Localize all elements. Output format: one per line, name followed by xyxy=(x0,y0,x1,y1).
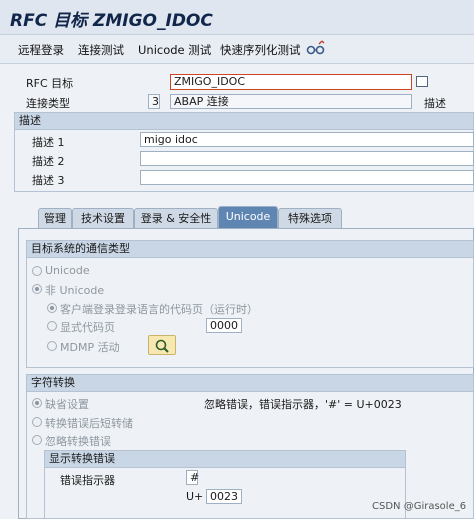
mdmp-radio[interactable] xyxy=(47,341,57,351)
fast-serialization-test-button[interactable]: 快速序列化测试 xyxy=(220,42,301,58)
error-indicator-label: 错误指示器 xyxy=(60,474,115,487)
tab-special-options[interactable]: 特殊选项 xyxy=(278,208,342,229)
comm-type-group-title: 目标系统的通信类型 xyxy=(27,241,473,258)
glasses-icon[interactable] xyxy=(306,40,326,58)
client-codepage-label: 客户端登录登录语言的代码页（运行时） xyxy=(60,303,258,316)
description-1-field[interactable]: migo idoc xyxy=(140,132,474,147)
description-3-field[interactable] xyxy=(140,170,474,185)
rfc-target-field[interactable]: ZMIGO_IDOC xyxy=(170,74,412,90)
ignore-errors-label: 忽略转换错误 xyxy=(45,435,111,448)
tab-unicode[interactable]: Unicode xyxy=(218,206,278,229)
u-plus-label: U+ xyxy=(186,490,204,503)
connection-test-button[interactable]: 连接测试 xyxy=(78,42,124,58)
default-setting-radio[interactable] xyxy=(32,398,42,408)
default-setting-label: 缺省设置 xyxy=(45,398,89,411)
connection-type-code[interactable]: 3 xyxy=(148,94,160,109)
description-link[interactable]: 描述 xyxy=(424,95,446,111)
explicit-codepage-label: 显式代码页 xyxy=(60,321,115,334)
description-1-label: 描述 1 xyxy=(32,136,65,149)
non-unicode-radio-label: 非 Unicode xyxy=(45,284,105,297)
watermark: CSDN @Girasole_6 xyxy=(372,501,467,512)
short-dump-label: 转换错误后短转储 xyxy=(45,417,133,430)
non-unicode-radio[interactable] xyxy=(32,284,42,294)
magnifier-icon xyxy=(155,339,169,353)
tab-technical-settings[interactable]: 技术设置 xyxy=(72,208,134,229)
tab-management[interactable]: 管理 xyxy=(38,208,72,229)
connection-type-label: 连接类型 xyxy=(26,97,70,110)
mdmp-details-button[interactable] xyxy=(148,335,176,355)
remote-login-button[interactable]: 远程登录 xyxy=(18,42,64,58)
maximize-icon[interactable] xyxy=(416,76,428,87)
explicit-codepage-radio[interactable] xyxy=(47,321,57,331)
description-2-field[interactable] xyxy=(140,151,474,166)
description-group-title: 描述 xyxy=(15,113,473,130)
display-error-group-title: 显示转换错误 xyxy=(45,451,405,468)
char-conversion-group-title: 字符转换 xyxy=(27,375,473,392)
mdmp-label: MDMP 活动 xyxy=(60,341,120,354)
ignore-errors-radio[interactable] xyxy=(32,435,42,445)
connection-type-text: ABAP 连接 xyxy=(170,94,412,109)
window-title-bar: RFC 目标 ZMIGO_IDOC xyxy=(0,0,474,34)
rfc-target-label: RFC 目标 xyxy=(26,77,74,90)
unicode-radio-label: Unicode xyxy=(45,264,90,277)
toolbar: 远程登录 连接测试 Unicode 测试 快速序列化测试 xyxy=(0,34,474,64)
client-codepage-radio[interactable] xyxy=(47,303,57,313)
unicode-test-button[interactable]: Unicode 测试 xyxy=(138,42,211,58)
description-2-label: 描述 2 xyxy=(32,155,65,168)
description-3-label: 描述 3 xyxy=(32,174,65,187)
error-indicator-field[interactable]: # xyxy=(186,470,199,485)
short-dump-radio[interactable] xyxy=(32,417,42,427)
window-title: RFC 目标 ZMIGO_IDOC xyxy=(10,11,213,31)
u-plus-field[interactable]: 0023 xyxy=(206,489,242,504)
unicode-radio[interactable] xyxy=(32,266,42,276)
codepage-field[interactable]: 0000 xyxy=(206,318,242,333)
tab-logon-security[interactable]: 登录 & 安全性 xyxy=(134,208,218,229)
default-setting-description: 忽略错误，错误指示器，'#' = U+0023 xyxy=(204,398,402,411)
